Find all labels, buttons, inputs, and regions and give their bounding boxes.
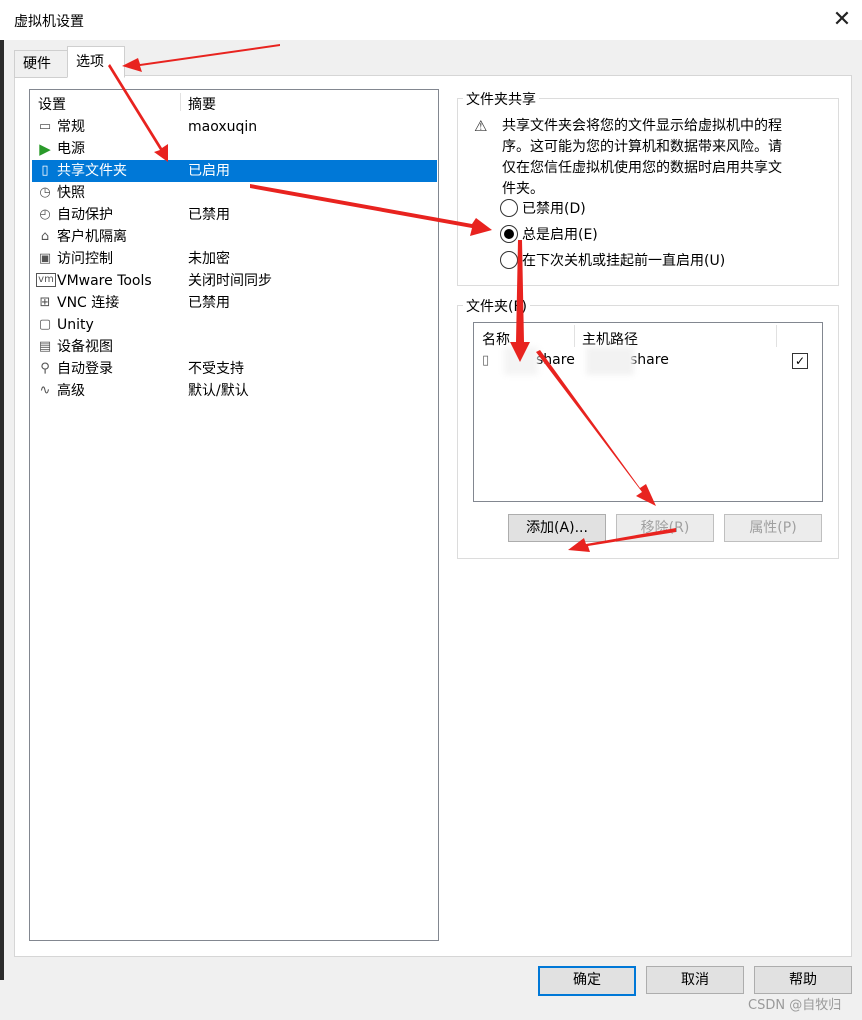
watermark: CSDN @自牧归 xyxy=(748,998,842,1013)
settings-row-summary: 关闭时间同步 xyxy=(188,273,272,289)
ok-button[interactable]: 确定 xyxy=(538,966,636,996)
device-view-icon: ▤ xyxy=(38,339,52,354)
settings-row[interactable]: ⚲ 自动登录 不受支持 xyxy=(32,358,437,380)
remove-folder-button[interactable]: 移除(R) xyxy=(616,514,714,542)
background-window-strip xyxy=(0,40,4,980)
settings-row[interactable]: ▤ 设备视图 xyxy=(32,336,437,358)
folder-sharing-group-label: 文件夹共享 xyxy=(463,89,539,109)
settings-row-summary: 默认/默认 xyxy=(188,383,249,399)
folder-name: share xyxy=(536,352,575,368)
folder-properties-button[interactable]: 属性(P) xyxy=(724,514,822,542)
auto-login-icon: ⚲ xyxy=(40,361,50,376)
settings-row-name: 访问控制 xyxy=(57,251,113,267)
warning-icon: ⚠ xyxy=(474,117,488,135)
settings-row[interactable]: ⊞ VNC 连接 已禁用 xyxy=(32,292,437,314)
settings-row[interactable]: ▣ 访问控制 未加密 xyxy=(32,248,437,270)
settings-row-summary: maoxuqin xyxy=(188,119,258,135)
close-icon[interactable]: ✕ xyxy=(828,6,856,34)
access-control-icon: ▣ xyxy=(38,251,52,266)
radio-until-shutdown-label[interactable]: 在下次关机或挂起前一直启用(U) xyxy=(522,250,725,270)
annotation-arrow xyxy=(122,44,280,72)
title-bar: 虚拟机设置 ✕ xyxy=(0,0,862,40)
settings-row-name: 高级 xyxy=(57,383,85,399)
settings-row-summary: 不受支持 xyxy=(188,361,244,377)
settings-row-name: Unity xyxy=(57,317,94,333)
settings-row[interactable]: vm VMware Tools 关闭时间同步 xyxy=(32,270,437,292)
column-separator xyxy=(776,325,777,347)
help-button[interactable]: 帮助 xyxy=(754,966,852,994)
settings-row-name: 设备视图 xyxy=(57,339,113,355)
settings-row[interactable]: ∿ 高级 默认/默认 xyxy=(32,380,437,402)
folders-group-label: 文件夹(F) xyxy=(463,296,530,316)
play-icon: ▶ xyxy=(39,140,51,158)
settings-row-name: VNC 连接 xyxy=(57,295,120,311)
snapshot-icon: ◷ xyxy=(39,185,51,200)
redacted-region xyxy=(586,347,634,375)
radio-disabled[interactable] xyxy=(500,199,518,217)
vnc-icon: ⊞ xyxy=(39,295,51,310)
advanced-icon: ∿ xyxy=(39,383,51,398)
settings-row[interactable]: ▶ 电源 xyxy=(32,138,437,160)
folders-list[interactable]: 名称 主机路径 ▯ share share ✓ xyxy=(473,322,823,502)
vm-icon: vm xyxy=(36,273,56,287)
settings-row-name: 电源 xyxy=(57,141,85,157)
column-header-name[interactable]: 名称 xyxy=(482,329,510,349)
radio-disabled-label[interactable]: 已禁用(D) xyxy=(522,198,586,218)
column-header-host-path[interactable]: 主机路径 xyxy=(582,329,638,349)
folder-enabled-checkbox[interactable]: ✓ xyxy=(792,353,808,369)
radio-always-enabled[interactable] xyxy=(500,225,518,243)
shared-folder-icon: ▯ xyxy=(41,163,49,178)
settings-row[interactable]: ▯ 共享文件夹 已启用 xyxy=(32,160,437,182)
settings-row-name: 共享文件夹 xyxy=(57,163,127,179)
monitor-icon: ▭ xyxy=(38,119,52,134)
settings-row-summary: 已启用 xyxy=(188,163,230,179)
settings-row-name: 快照 xyxy=(57,185,85,201)
unity-icon: ▢ xyxy=(38,317,52,332)
folder-sharing-description: 共享文件夹会将您的文件显示给虚拟机中的程序。这可能为您的计算机和数据带来风险。请… xyxy=(502,118,782,197)
tab-hardware[interactable]: 硬件 xyxy=(14,50,70,78)
column-header-setting[interactable]: 设置 xyxy=(38,94,66,114)
settings-row-name: 自动保护 xyxy=(57,207,113,223)
settings-list-header: 设置 摘要 xyxy=(30,90,438,114)
settings-row[interactable]: ◴ 自动保护 已禁用 xyxy=(32,204,437,226)
settings-row-summary: 已禁用 xyxy=(188,207,230,223)
column-header-summary[interactable]: 摘要 xyxy=(188,94,216,114)
settings-row[interactable]: ▢ Unity xyxy=(32,314,437,336)
settings-row-name: 自动登录 xyxy=(57,361,113,377)
folder-host-path: share xyxy=(630,352,669,368)
redacted-region xyxy=(504,347,538,375)
clock-icon: ◴ xyxy=(39,207,51,222)
settings-row-name: VMware Tools xyxy=(57,273,152,289)
window-title: 虚拟机设置 xyxy=(14,14,84,30)
radio-always-enabled-label[interactable]: 总是启用(E) xyxy=(522,224,598,244)
lock-icon: ⌂ xyxy=(40,229,50,244)
cancel-button[interactable]: 取消 xyxy=(646,966,744,994)
settings-row-name: 常规 xyxy=(57,119,85,135)
settings-row[interactable]: ⌂ 客户机隔离 xyxy=(32,226,437,248)
settings-list[interactable]: 设置 摘要 ▭ 常规 maoxuqin ▶ 电源 ▯ 共享文件夹 已启用 ◷ 快照 ◴ 自动保护 已禁用… xyxy=(29,89,439,941)
column-separator xyxy=(180,93,181,111)
column-separator xyxy=(574,325,575,347)
tab-options[interactable]: 选项 xyxy=(67,46,125,78)
radio-until-shutdown[interactable] xyxy=(500,251,518,269)
add-folder-button[interactable]: 添加(A)... xyxy=(508,514,606,542)
folder-icon: ▯ xyxy=(482,353,490,368)
settings-row[interactable]: ◷ 快照 xyxy=(32,182,437,204)
settings-row-summary: 已禁用 xyxy=(188,295,230,311)
settings-row-name: 客户机隔离 xyxy=(57,229,127,245)
settings-row-summary: 未加密 xyxy=(188,251,230,267)
settings-row[interactable]: ▭ 常规 maoxuqin xyxy=(32,116,437,138)
